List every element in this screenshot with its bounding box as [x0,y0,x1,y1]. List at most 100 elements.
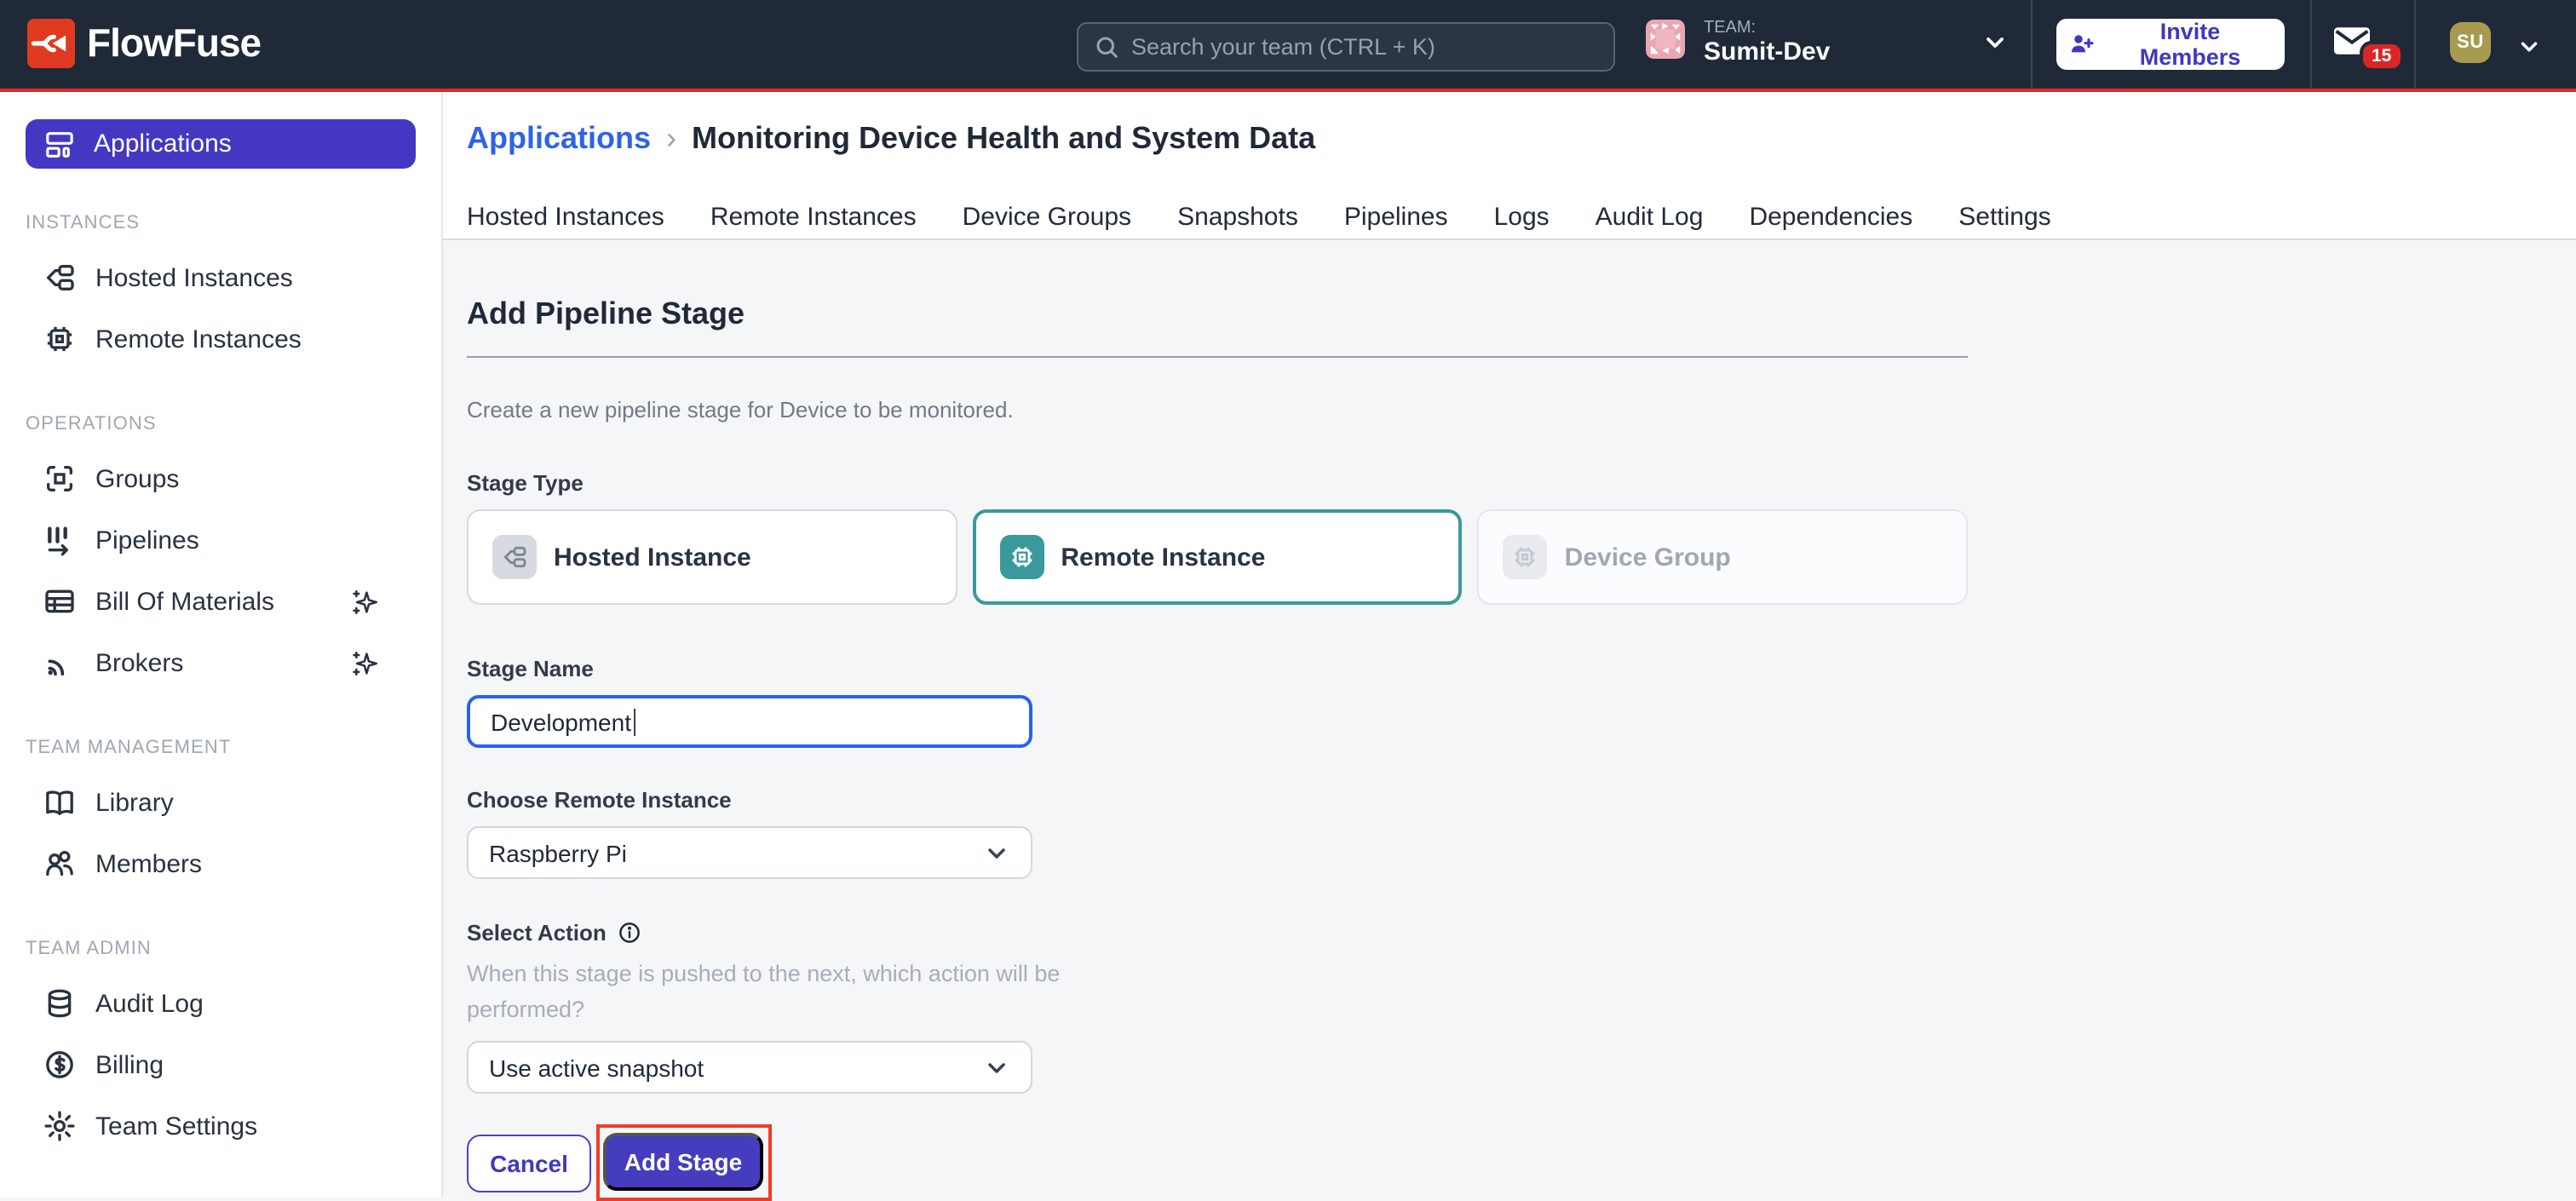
sidebar-section-team-admin: TEAM ADMIN [26,939,441,959]
sidebar-item-library[interactable]: Library [0,772,441,833]
sidebar: Applications INSTANCES Hosted Instances [0,92,443,1198]
stage-type-hosted-instance[interactable]: Hosted Instance [467,509,957,605]
sidebar-item-label: Audit Log [95,989,204,1018]
sidebar-item-groups[interactable]: Groups [0,448,441,509]
add-pipeline-stage-form: Add Pipeline Stage Create a new pipeline… [467,296,1968,1201]
stage-type-options: Hosted Instance Remote Instance [467,509,1968,605]
search-icon [1094,34,1119,60]
stage-type-device-group: Device Group [1478,509,1968,605]
brand-logo[interactable]: FlowFuse [27,19,261,68]
sidebar-item-label: Brokers [95,648,183,677]
stage-name-value: Development [491,708,631,735]
invite-members-label: Invite Members [2107,19,2273,70]
team-settings-icon [43,1109,77,1143]
billing-icon [43,1048,77,1082]
action-value: Use active snapshot [489,1054,704,1081]
navbar-divider [2310,0,2312,89]
team-name: Sumit-Dev [1704,37,1830,66]
hosted-instance-icon [492,535,537,579]
sidebar-item-pipelines[interactable]: Pipelines [0,509,441,571]
library-icon [43,785,77,819]
stage-type-remote-instance[interactable]: Remote Instance [972,509,1462,605]
form-actions: Cancel Add Stage [467,1124,1968,1201]
sidebar-section-instances: INSTANCES [26,213,441,233]
select-action-help: When this stage is pushed to the next, w… [467,956,1131,1027]
form-description: Create a new pipeline stage for Device t… [467,397,1968,422]
divider [467,356,1968,358]
members-icon [43,847,77,881]
chevron-down-icon[interactable] [1981,29,2009,56]
team-avatar [1646,19,1685,60]
sidebar-item-label: Hosted Instances [95,263,293,292]
navbar-divider [2414,0,2416,89]
search-placeholder: Search your team (CTRL + K) [1131,34,1435,60]
annotation-highlight-box: Add Stage [596,1124,772,1201]
team-label: TEAM: [1704,19,1830,37]
stage-type-option-label: Hosted Instance [554,543,751,572]
user-initials: SU [2457,32,2484,53]
content-area: Add Pipeline Stage Create a new pipeline… [443,240,2576,1201]
sidebar-item-label: Bill Of Materials [95,587,274,616]
sidebar-item-remote-instances[interactable]: Remote Instances [0,308,441,370]
breadcrumb-applications-link[interactable]: Applications [467,121,651,157]
sidebar-item-label: Members [95,849,202,878]
team-selector[interactable]: TEAM: Sumit-Dev [1646,19,1830,66]
top-navbar: FlowFuse Search your team (CTRL + K) [0,0,2576,92]
groups-icon [43,462,77,496]
choose-remote-instance-label: Choose Remote Instance [467,787,1968,813]
chevron-down-icon [983,1054,1010,1081]
sidebar-item-members[interactable]: Members [0,833,441,894]
invite-members-button[interactable]: Invite Members [2056,19,2285,70]
brand-wordmark: FlowFuse [87,20,261,66]
user-plus-icon [2068,31,2096,58]
audit-log-icon [43,986,77,1020]
pipelines-icon [43,523,77,557]
page-title: Monitoring Device Health and System Data [692,121,1315,157]
sidebar-item-label: Pipelines [95,526,199,555]
chevron-down-icon[interactable] [2516,34,2542,60]
bill-of-materials-icon [43,584,77,618]
remote-instance-icon [999,535,1044,579]
stage-type-option-label: Device Group [1565,543,1731,572]
sidebar-item-applications[interactable]: Applications [26,119,416,169]
form-title: Add Pipeline Stage [467,296,1968,332]
user-avatar[interactable]: SU [2450,22,2491,63]
flowfuse-logo-icon [27,19,75,68]
sidebar-item-brokers[interactable]: Brokers [0,632,441,693]
breadcrumb: Applications › Monitoring Device Health … [467,121,2576,157]
flowfuse-app: FlowFuse Search your team (CTRL + K) [0,0,2576,1198]
sidebar-item-audit-log[interactable]: Audit Log [0,973,441,1034]
notification-badge: 15 [2360,41,2403,72]
sidebar-item-billing[interactable]: Billing [0,1034,441,1095]
sparkles-icon [351,648,380,677]
search-input[interactable]: Search your team (CTRL + K) [1077,22,1615,72]
stage-type-option-label: Remote Instance [1061,543,1265,572]
add-stage-button[interactable]: Add Stage [603,1133,763,1191]
cancel-button[interactable]: Cancel [467,1134,591,1192]
select-action-label-text: Select Action [467,920,607,945]
sidebar-section-operations: OPERATIONS [26,414,441,434]
remote-instance-select[interactable]: Raspberry Pi [467,826,1032,879]
sidebar-item-bill-of-materials[interactable]: Bill Of Materials [0,571,441,632]
sidebar-item-label: Team Settings [95,1112,257,1141]
main-panel: Applications › Monitoring Device Health … [443,92,2576,1198]
sidebar-item-label: Library [95,788,174,817]
remote-instance-value: Raspberry Pi [489,839,627,866]
stage-name-label: Stage Name [467,656,1968,681]
text-caret [633,708,635,735]
sidebar-item-team-settings[interactable]: Team Settings [0,1095,441,1157]
device-group-icon [1504,535,1548,579]
breadcrumb-separator-icon: › [666,121,676,157]
navbar-divider [2031,0,2033,89]
remote-instances-icon [43,322,77,356]
select-action-label: Select Action [467,920,1968,945]
brokers-icon [43,646,77,680]
sidebar-item-hosted-instances[interactable]: Hosted Instances [0,247,441,308]
sparkles-icon [351,587,380,616]
page-header: Applications › Monitoring Device Health … [443,92,2576,240]
sidebar-item-label: Remote Instances [95,325,302,353]
stage-name-input[interactable]: Development [467,695,1032,748]
info-icon[interactable] [617,920,642,945]
hosted-instances-icon [43,261,77,295]
action-select[interactable]: Use active snapshot [467,1041,1032,1094]
